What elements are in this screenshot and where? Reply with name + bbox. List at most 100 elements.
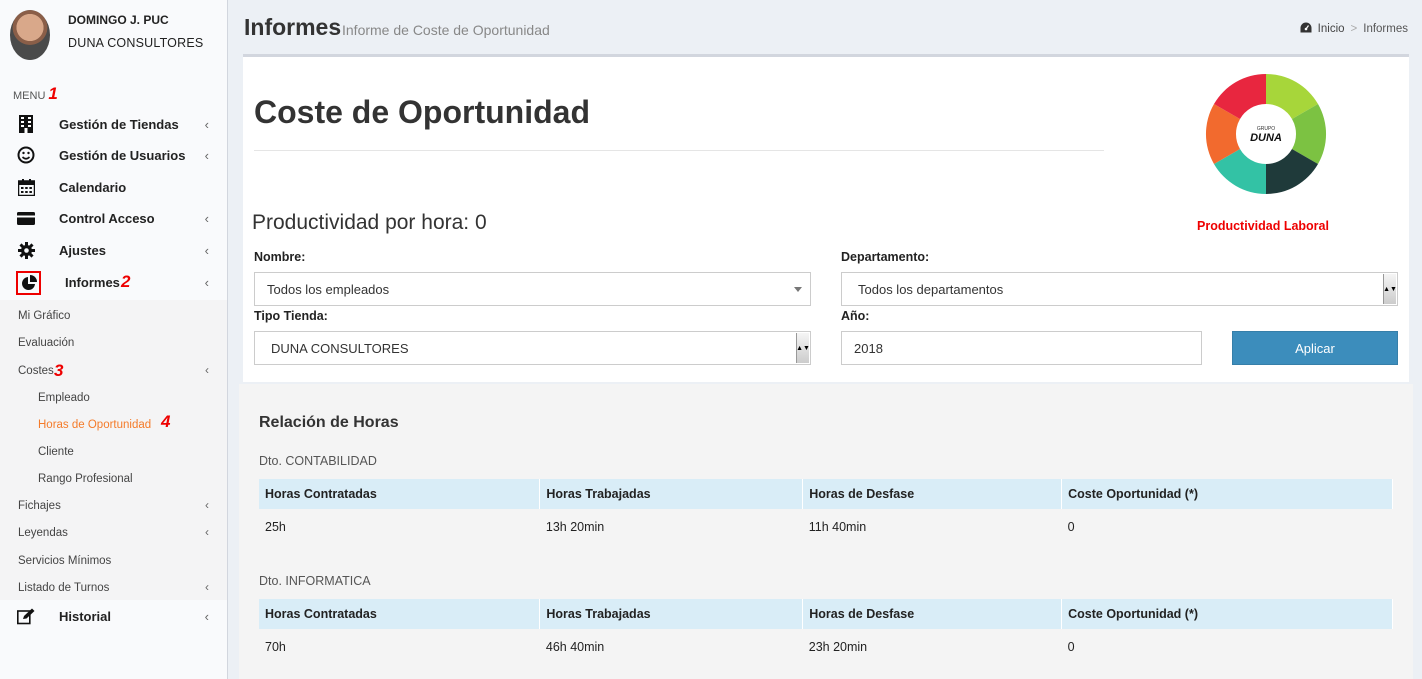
anio-label: Año: — [841, 309, 870, 323]
table-cell: 70h — [265, 640, 286, 654]
tipo-tienda-select[interactable]: DUNA CONSULTORES ▲▼ — [254, 331, 811, 365]
sidebar-item-control-acceso[interactable]: Control Acceso ‹ — [0, 203, 227, 233]
logo-caption: Productividad Laboral — [1197, 219, 1329, 233]
chevron-left-icon: ‹ — [204, 210, 209, 226]
pie-chart-icon — [16, 271, 41, 295]
submenu-item-costes[interactable]: Costes — [18, 365, 54, 377]
sidebar-item-label: Informes — [65, 275, 120, 290]
chevron-left-icon: ‹ — [204, 275, 209, 290]
logo-text-main: DUNA — [1250, 132, 1282, 144]
table-cell: 0 — [1067, 640, 1075, 654]
table-cell: 46h 40min — [545, 640, 605, 654]
column-header: Coste Oportunidad (*) — [1061, 599, 1393, 629]
submenu-item-evaluacion[interactable]: Evaluación — [18, 337, 74, 349]
building-icon — [16, 114, 36, 134]
column-header: Horas Contratadas — [259, 479, 541, 509]
breadcrumb-home[interactable]: Inicio — [1318, 23, 1345, 35]
table-cell: 25h — [265, 520, 286, 534]
sidebar-item-gestion-tiendas[interactable]: Gestión de Tiendas ‹ — [0, 109, 227, 139]
column-header: Horas de Desfase — [802, 479, 1063, 509]
chevron-left-icon: ‹ — [204, 242, 209, 258]
column-header: Horas Trabajadas — [539, 479, 804, 509]
table-header-row: Horas Contratadas Horas Trabajadas Horas… — [259, 479, 1393, 509]
gear-icon — [16, 240, 36, 260]
sidebar-item-label: Historial — [59, 608, 112, 624]
department-label: Dto. INFORMATICA — [259, 574, 371, 588]
chevron-left-icon: ‹ — [205, 580, 209, 594]
department-label: Dto. CONTABILIDAD — [259, 454, 377, 468]
user-panel: DOMINGO J. PUC DUNA CONSULTORES — [0, 0, 227, 76]
sidebar-item-historial[interactable]: Historial ‹ — [0, 601, 227, 631]
apply-button[interactable]: Aplicar — [1232, 331, 1398, 365]
annotation-number-3: 3 — [54, 361, 64, 380]
duna-logo: GRUPO DUNA — [1205, 73, 1327, 195]
divider — [254, 150, 1104, 151]
informes-submenu: Mi Gráfico Evaluación Costes 3 ‹ Emplead… — [0, 300, 227, 600]
sidebar-item-label: Control Acceso — [59, 210, 155, 226]
avatar[interactable] — [10, 10, 50, 60]
table-row: 25h 13h 20min 11h 40min 0 — [259, 509, 1393, 545]
calendar-icon — [16, 177, 36, 197]
sidebar-item-ajustes[interactable]: Ajustes ‹ — [0, 235, 227, 265]
nombre-label: Nombre: — [254, 250, 306, 264]
column-header: Horas Contratadas — [259, 599, 541, 629]
departamento-select[interactable]: Todos los departamentos ▲▼ — [841, 272, 1398, 306]
chevron-left-icon: ‹ — [204, 608, 209, 624]
annotation-number-2: 2 — [121, 272, 131, 291]
submenu-item-empleado[interactable]: Empleado — [38, 392, 90, 404]
sidebar-item-calendario[interactable]: Calendario — [0, 172, 227, 202]
anio-input-value: 2018 — [854, 340, 883, 356]
nombre-select[interactable]: Todos los empleados — [254, 272, 811, 306]
select-spinner-icon: ▲▼ — [796, 333, 810, 363]
sidebar: DOMINGO J. PUC DUNA CONSULTORES MENU 1 Ge… — [0, 0, 228, 679]
chevron-left-icon: ‹ — [204, 147, 209, 163]
annotation-number-4: 4 — [161, 412, 171, 431]
submenu-item-cliente[interactable]: Cliente — [38, 446, 74, 458]
sidebar-item-informes[interactable]: Informes 2 ‹ — [0, 268, 227, 298]
duna-logo-graphic: GRUPO DUNA — [1205, 73, 1327, 195]
submenu-item-leyendas[interactable]: Leyendas — [18, 527, 68, 539]
breadcrumb-separator: > — [1350, 23, 1358, 35]
select-spinner-icon: ▲▼ — [1383, 274, 1397, 304]
hours-relation-card: Relación de Horas Dto. CONTABILIDAD Hora… — [239, 384, 1413, 679]
annotation-number-1: 1 — [48, 84, 58, 103]
hours-table-contabilidad: Horas Contratadas Horas Trabajadas Horas… — [259, 479, 1393, 545]
nombre-select-value: Todos los empleados — [267, 281, 390, 297]
table-row: 70h 46h 40min 23h 20min 0 — [259, 629, 1393, 665]
submenu-item-rango-profesional[interactable]: Rango Profesional — [38, 473, 133, 485]
sidebar-item-label: Gestión de Usuarios — [59, 147, 186, 163]
caret-down-icon — [794, 287, 802, 292]
table-cell: 0 — [1067, 520, 1075, 534]
menu-header: MENU 1 — [13, 84, 58, 104]
sidebar-item-gestion-usuarios[interactable]: Gestión de Usuarios ‹ — [0, 140, 227, 170]
submenu-item-horas-oportunidad[interactable]: Horas de Oportunidad — [38, 419, 151, 431]
breadcrumb-current: Informes — [1363, 23, 1408, 35]
chevron-left-icon: ‹ — [205, 498, 209, 512]
table-cell: 11h 40min — [808, 520, 867, 534]
submenu-item-listado-turnos[interactable]: Listado de Turnos — [18, 582, 109, 594]
table-header-row: Horas Contratadas Horas Trabajadas Horas… — [259, 599, 1393, 629]
chevron-left-icon: ‹ — [204, 116, 209, 132]
column-header: Coste Oportunidad (*) — [1061, 479, 1393, 509]
chevron-left-icon: ‹ — [205, 363, 209, 377]
departamento-select-value: Todos los departamentos — [858, 281, 1004, 297]
report-heading: Coste de Oportunidad — [254, 94, 590, 130]
sidebar-item-label: Calendario — [59, 179, 127, 195]
table-cell: 13h 20min — [545, 520, 605, 534]
relation-title: Relación de Horas — [259, 414, 399, 431]
submenu-item-fichajes[interactable]: Fichajes — [18, 500, 61, 512]
anio-input[interactable]: 2018 — [841, 331, 1202, 365]
column-header: Horas de Desfase — [802, 599, 1063, 629]
smile-icon — [16, 145, 36, 165]
tipo-tienda-select-value: DUNA CONSULTORES — [271, 340, 409, 356]
hours-table-informatica: Horas Contratadas Horas Trabajadas Horas… — [259, 599, 1393, 665]
departamento-label: Departamento: — [841, 250, 930, 264]
column-header: Horas Trabajadas — [539, 599, 804, 629]
submenu-item-mi-grafico[interactable]: Mi Gráfico — [18, 310, 70, 322]
dashboard-icon — [1300, 22, 1312, 36]
table-cell: 23h 20min — [808, 640, 868, 654]
menu-header-label: MENU — [13, 90, 46, 102]
page-title: Informes — [244, 14, 342, 40]
submenu-item-servicios-minimos[interactable]: Servicios Mínimos — [18, 555, 111, 567]
credit-card-icon — [16, 208, 36, 228]
